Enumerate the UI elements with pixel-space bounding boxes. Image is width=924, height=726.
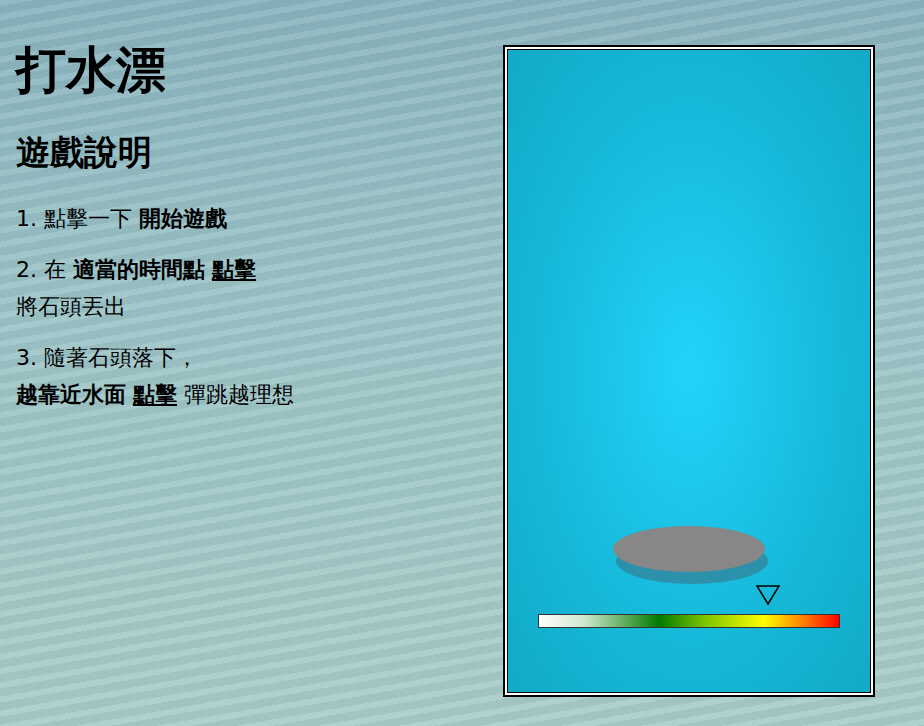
game-title: 打水漂: [16, 40, 503, 100]
stone: [613, 526, 765, 572]
instructions-heading: 遊戲說明: [16, 130, 503, 174]
game-frame[interactable]: [503, 45, 875, 697]
instruction: 2. 在 適當的時間點 點擊將石頭丟出: [16, 251, 503, 325]
power-meter: [538, 584, 840, 628]
page: 打水漂遊戲說明 1. 點擊一下 開始遊戲 2. 在 適當的時間點 點擊將石頭丟出 3.…: [0, 0, 924, 726]
game-area[interactable]: [508, 50, 870, 692]
instruction: 1. 點擊一下 開始遊戲: [16, 200, 503, 237]
marker-icon: [755, 584, 781, 606]
instruction: 3. 隨著石頭落下，越靠近水面 點擊 彈跳越理想: [16, 339, 503, 413]
info-panel: 打水漂遊戲說明 1. 點擊一下 開始遊戲 2. 在 適當的時間點 點擊將石頭丟出 3.…: [0, 0, 503, 726]
power-bar: [538, 614, 840, 628]
